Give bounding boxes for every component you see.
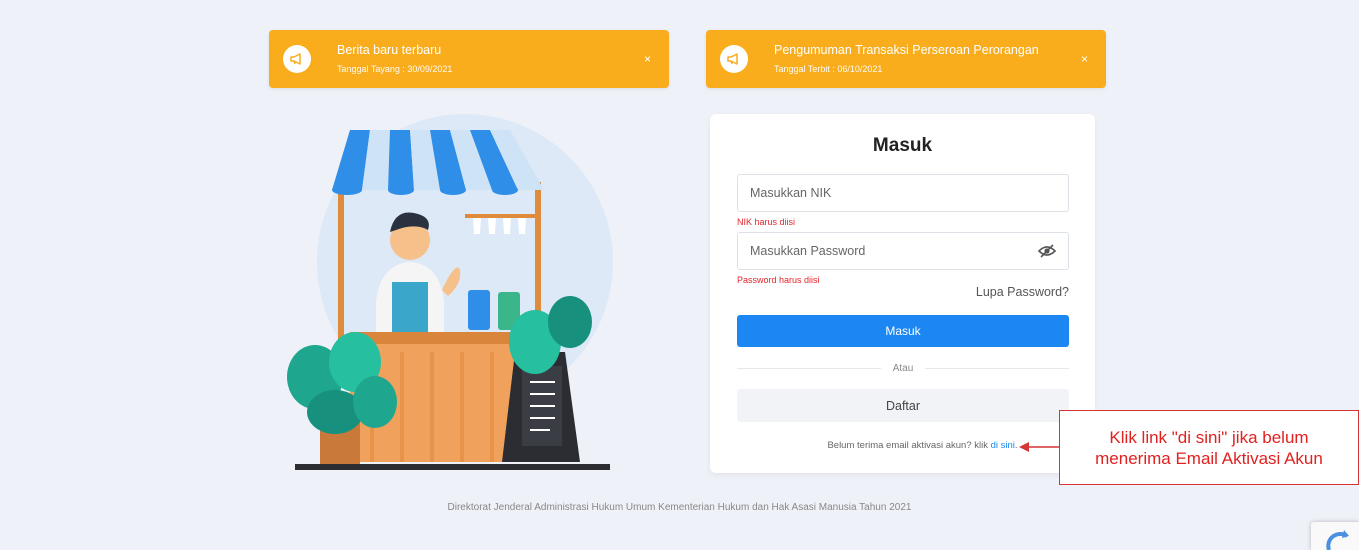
- footer-text: Direktorat Jenderal Administrasi Hukum U…: [447, 502, 912, 513]
- activation-prefix: Belum terima email aktivasi akun? klik: [827, 440, 991, 451]
- password-field[interactable]: [737, 232, 1069, 270]
- notification-news: Berita baru terbaru Tanggal Tayang : 30/…: [269, 30, 669, 88]
- notification-date: Tanggal Terbit : 06/10/2021: [774, 64, 883, 74]
- login-title: Masuk: [872, 135, 933, 156]
- login-card: Masuk NIK harus diisi Password harus dii…: [710, 114, 1095, 473]
- login-button[interactable]: Masuk: [737, 315, 1069, 347]
- annotation-callout: Klik link "di sini" jika belum menerima …: [1059, 410, 1359, 485]
- nik-input[interactable]: [750, 186, 1056, 200]
- notification-announcement: Pengumuman Transaksi Perseroan Peroranga…: [706, 30, 1106, 88]
- nik-error: NIK harus diisi: [737, 217, 796, 227]
- close-icon[interactable]: ×: [640, 48, 655, 70]
- megaphone-icon: [283, 45, 311, 73]
- megaphone-icon: [720, 45, 748, 73]
- close-icon[interactable]: ×: [1077, 48, 1092, 70]
- password-error: Password harus diisi: [737, 275, 820, 285]
- nik-field[interactable]: [737, 174, 1069, 212]
- arrow-icon: [1019, 442, 1060, 452]
- notification-title: Pengumuman Transaksi Perseroan Peroranga…: [774, 43, 1039, 57]
- password-input[interactable]: [750, 244, 1038, 258]
- forgot-password-link[interactable]: Lupa Password?: [976, 285, 1069, 299]
- divider: Atau: [737, 360, 1070, 376]
- register-button[interactable]: Daftar: [737, 389, 1069, 422]
- shop-illustration: [287, 114, 613, 470]
- callout-line1: Klik link "di sini" jika belum: [1109, 427, 1309, 447]
- callout-line2: menerima Email Aktivasi Akun: [1095, 448, 1323, 468]
- eye-off-icon[interactable]: [1038, 244, 1056, 258]
- recaptcha-badge[interactable]: [1311, 522, 1359, 550]
- activation-link[interactable]: di sini: [991, 440, 1015, 451]
- divider-label: Atau: [892, 362, 914, 374]
- notification-title: Berita baru terbaru: [337, 43, 442, 57]
- notification-date: Tanggal Tayang : 30/09/2021: [337, 64, 453, 74]
- recaptcha-icon: [1326, 530, 1349, 550]
